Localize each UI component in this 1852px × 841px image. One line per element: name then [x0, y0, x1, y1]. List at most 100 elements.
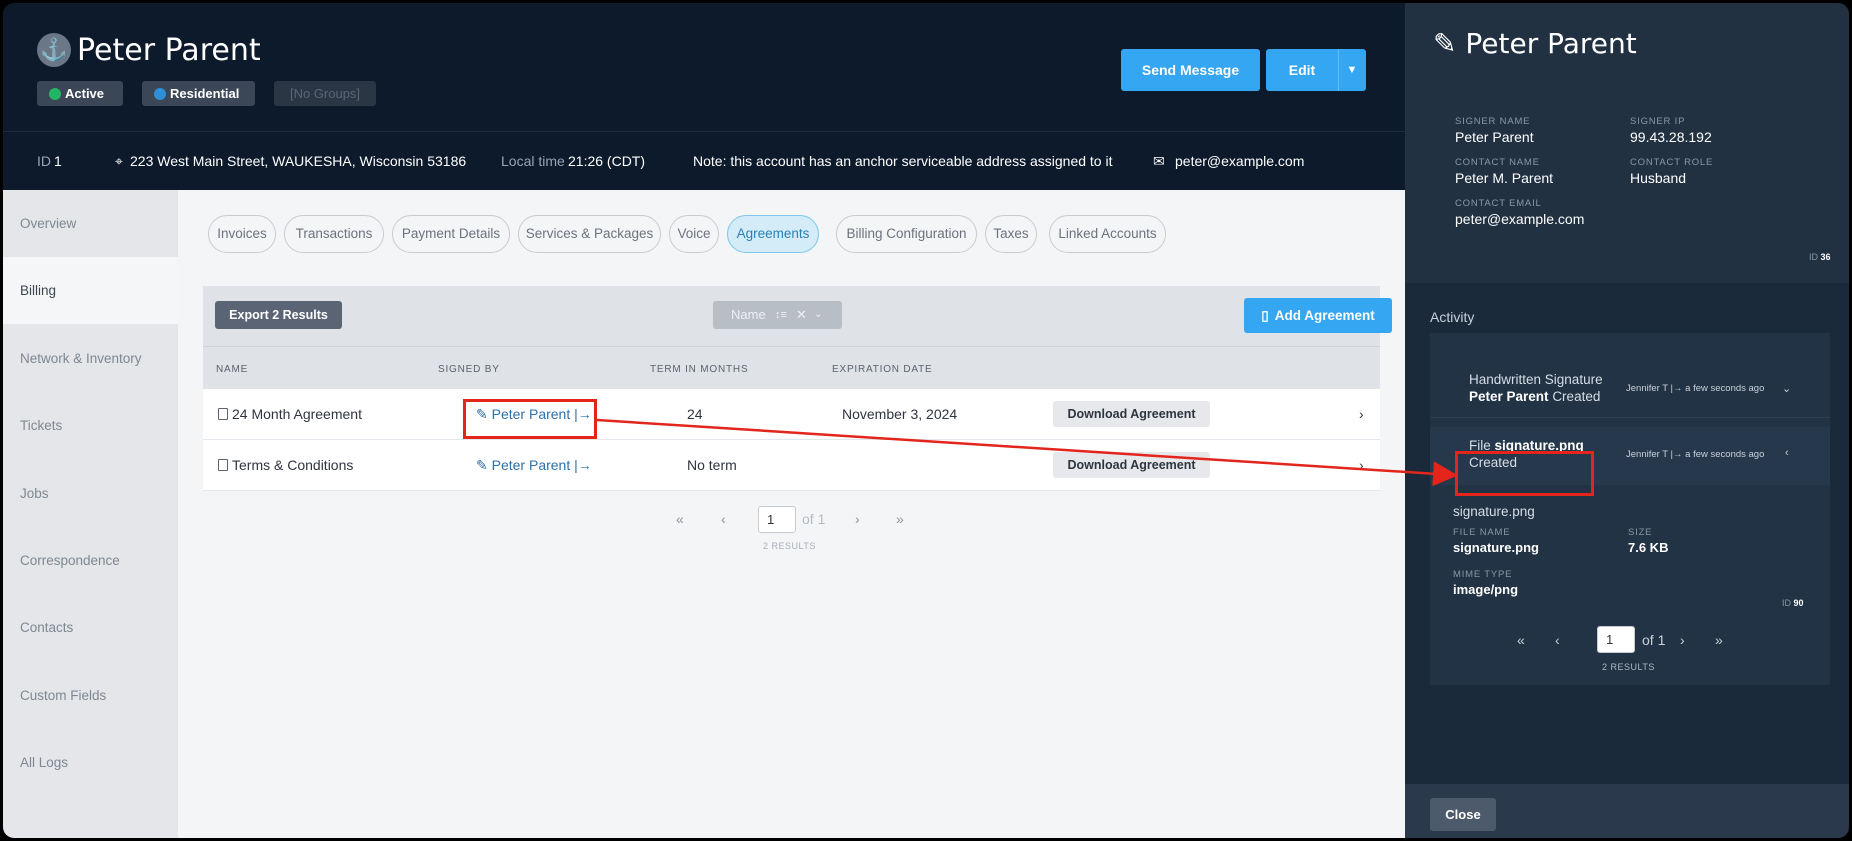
activity-meta: Jennifer T |→ a few seconds ago [1626, 449, 1764, 460]
activity-list: Handwritten Signature Peter Parent Creat… [1430, 333, 1830, 685]
sidebar-item-all-logs[interactable]: All Logs [3, 729, 178, 796]
user-arrow-icon: |→ [1670, 449, 1683, 460]
contact-email-label: CONTACT EMAIL [1455, 198, 1542, 209]
add-agreement-button[interactable]: ▯ Add Agreement [1244, 298, 1392, 333]
next-page-button[interactable]: › [1680, 632, 1685, 648]
chevron-left-icon[interactable]: ‹ [1785, 447, 1789, 459]
col-header-expiration[interactable]: EXPIRATION DATE [832, 364, 933, 375]
term-value: No term [687, 457, 737, 473]
table-row[interactable]: Terms & Conditions ✎ Peter Parent |→ No … [203, 440, 1380, 491]
first-page-button[interactable]: « [676, 511, 684, 527]
export-button[interactable]: Export 2 Results [215, 301, 342, 329]
activity-user: Jennifer T [1626, 383, 1668, 394]
sidebar-item-correspondence[interactable]: Correspondence [3, 527, 178, 594]
panel-title-text: Peter Parent [1465, 27, 1637, 60]
prev-page-button[interactable]: ‹ [721, 511, 726, 527]
page-input[interactable]: 1 [1597, 626, 1635, 653]
account-header: ⚓ Peter Parent Active Residential [No Gr… [3, 3, 1405, 131]
activity-action: Created [1552, 389, 1601, 404]
activity-meta: Jennifer T |→ a few seconds ago [1626, 383, 1764, 394]
contact-name-label: CONTACT NAME [1455, 157, 1540, 168]
contact-role-label: CONTACT ROLE [1630, 157, 1714, 168]
groups-badge: [No Groups] [274, 81, 376, 106]
next-page-button[interactable]: › [855, 511, 860, 527]
activity-time: a few seconds ago [1685, 383, 1765, 394]
edit-button[interactable]: Edit ▼ [1266, 49, 1366, 91]
contact-email-value: peter@example.com [1455, 211, 1585, 227]
open-detail-icon[interactable]: |→ [574, 457, 592, 473]
tab-billing-configuration[interactable]: Billing Configuration [836, 215, 977, 253]
tab-agreements[interactable]: Agreements [727, 215, 819, 253]
highlight-box-signed-by [463, 399, 597, 439]
activity-title: Handwritten Signature [1469, 372, 1603, 387]
clear-sort-icon[interactable]: ✕ [796, 301, 807, 329]
tab-transactions[interactable]: Transactions [284, 215, 384, 253]
last-page-button[interactable]: » [1715, 632, 1723, 648]
detail-panel: ✎ Peter Parent SIGNER NAME Peter Parent … [1405, 3, 1849, 838]
sort-filter-pill[interactable]: Name ↕≡ ✕ ⌄ [713, 301, 842, 329]
results-count: 2 RESULTS [1602, 662, 1655, 672]
activity-time: a few seconds ago [1685, 449, 1765, 460]
download-agreement-button[interactable]: Download Agreement [1053, 401, 1210, 427]
page-input[interactable]: 1 [758, 506, 796, 533]
prev-page-button[interactable]: ‹ [1555, 632, 1560, 648]
pencil-icon: ✎ [1433, 27, 1457, 60]
sidebar-item-network-inventory[interactable]: Network & Inventory [3, 325, 178, 392]
address: 223 West Main Street, WAUKESHA, Wisconsi… [130, 153, 467, 169]
tab-voice[interactable]: Voice [669, 215, 719, 253]
results-count: 2 RESULTS [763, 541, 816, 551]
type-badge-residential: Residential [142, 81, 255, 106]
signer-name-value: Peter Parent [1455, 129, 1534, 145]
sidebar: Overview Billing Network & Inventory Tic… [3, 190, 178, 838]
sidebar-item-contacts[interactable]: Contacts [3, 594, 178, 661]
sidebar-item-custom-fields[interactable]: Custom Fields [3, 662, 178, 729]
file-id: ID 90 [1782, 598, 1804, 608]
sidebar-item-overview[interactable]: Overview [3, 190, 178, 257]
edit-button-label[interactable]: Edit [1266, 49, 1338, 91]
chevron-right-icon[interactable]: › [1359, 457, 1364, 473]
chevron-down-icon[interactable]: ⌄ [814, 301, 822, 329]
account-note: Note: this account has an anchor service… [693, 153, 1113, 169]
chevron-down-icon[interactable]: ⌄ [1782, 382, 1791, 395]
sidebar-item-jobs[interactable]: Jobs [3, 460, 178, 527]
file-id-label: ID [1782, 598, 1791, 608]
last-page-button[interactable]: » [896, 511, 904, 527]
tab-taxes[interactable]: Taxes [985, 215, 1037, 253]
sidebar-item-tickets[interactable]: Tickets [3, 392, 178, 459]
col-header-term[interactable]: TERM IN MONTHS [650, 364, 748, 375]
agreement-name-text: Terms & Conditions [232, 457, 354, 473]
term-value: 24 [687, 406, 703, 422]
file-name-label: FILE NAME [1453, 527, 1511, 538]
agreement-name[interactable]: 24 Month Agreement [218, 406, 362, 422]
download-agreement-button[interactable]: Download Agreement [1053, 452, 1210, 478]
tab-payment-details[interactable]: Payment Details [392, 215, 510, 253]
signature-id-label: ID [1809, 252, 1818, 262]
chevron-down-icon[interactable]: ▼ [1338, 49, 1366, 91]
document-icon [218, 459, 228, 471]
type-dot-icon [154, 88, 166, 100]
col-header-signed-by[interactable]: SIGNED BY [438, 364, 500, 375]
table-row[interactable]: 24 Month Agreement ✎ Peter Parent |→ 24 … [203, 389, 1380, 440]
tab-services-packages[interactable]: Services & Packages [518, 215, 661, 253]
tab-invoices[interactable]: Invoices [208, 215, 276, 253]
first-page-button[interactable]: « [1517, 632, 1525, 648]
activity-user: Jennifer T [1626, 449, 1668, 460]
main-content: Invoices Transactions Payment Details Se… [178, 190, 1405, 838]
contact-role-value: Husband [1630, 170, 1687, 186]
activity-subject: Peter Parent [1469, 389, 1549, 404]
email-link[interactable]: peter@example.com [1175, 153, 1304, 169]
sort-order-icon[interactable]: ↕≡ [775, 301, 787, 329]
agreement-name-text: 24 Month Agreement [232, 406, 362, 422]
signed-by-link[interactable]: ✎ Peter Parent |→ [476, 457, 592, 474]
sidebar-item-billing[interactable]: Billing [3, 257, 178, 324]
file-id-value: 90 [1793, 598, 1804, 608]
activity-item[interactable]: Handwritten Signature Peter Parent Creat… [1430, 333, 1830, 418]
chevron-right-icon[interactable]: › [1359, 406, 1364, 422]
contact-name-value: Peter M. Parent [1455, 170, 1554, 186]
signer-ip-value: 99.43.28.192 [1630, 129, 1712, 145]
close-button[interactable]: Close [1430, 798, 1496, 831]
tab-linked-accounts[interactable]: Linked Accounts [1049, 215, 1166, 253]
agreement-name[interactable]: Terms & Conditions [218, 457, 353, 473]
send-message-button[interactable]: Send Message [1121, 49, 1260, 91]
col-header-name[interactable]: NAME [216, 364, 248, 375]
